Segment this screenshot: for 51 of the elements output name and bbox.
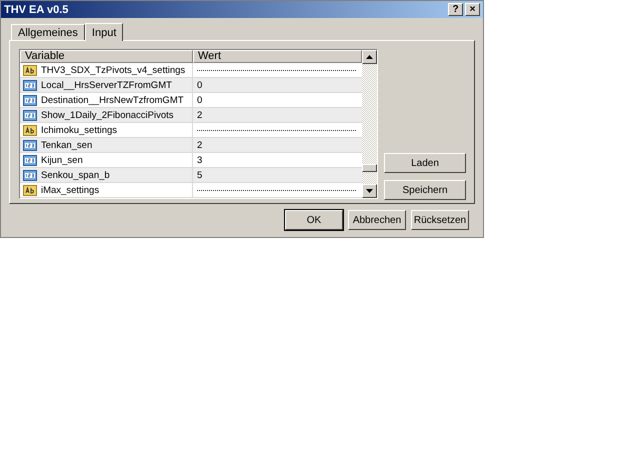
value-text: 2 — [197, 110, 202, 120]
scroll-down-button[interactable] — [362, 184, 377, 198]
variable-name: Destination__HrsNewTzfromGMT — [41, 94, 184, 106]
side-button[interactable]: Laden — [384, 153, 466, 173]
table-row[interactable]: THV3_SDX_TzPivots_v4_settings — [20, 63, 362, 78]
tab[interactable]: Allgemeines — [11, 24, 85, 40]
number-type-icon — [23, 80, 37, 90]
scrollbar[interactable] — [362, 50, 377, 198]
variable-name: Kijun_sen — [41, 154, 83, 166]
dialog-button[interactable]: Abbrechen — [348, 210, 406, 230]
number-type-icon — [23, 140, 37, 150]
table-row[interactable]: Destination__HrsNewTzfromGMT 0 — [20, 93, 362, 108]
table-row[interactable]: Kijun_sen 3 — [20, 153, 362, 168]
value-text: 5 — [197, 170, 202, 180]
variable-name: Ichimoku_settings — [41, 124, 118, 136]
table-row[interactable]: Local__HrsServerTZFromGMT 0 — [20, 78, 362, 93]
variable-name: Senkou_span_b — [41, 170, 110, 180]
close-button[interactable]: × — [465, 3, 480, 16]
value-text: 2 — [197, 140, 202, 150]
number-type-icon — [23, 154, 37, 166]
dialog-button[interactable]: Rücksetzen — [411, 210, 469, 230]
side-button[interactable]: Speichern — [384, 180, 466, 200]
number-type-icon — [23, 110, 37, 120]
scroll-thumb[interactable] — [362, 164, 377, 172]
variable-name: THV3_SDX_TzPivots_v4_settings — [41, 64, 186, 76]
value-text: 0 — [197, 80, 202, 90]
variable-name: Local__HrsServerTZFromGMT — [41, 80, 172, 90]
variable-name: iMax_settings — [41, 184, 100, 196]
number-type-icon — [23, 170, 37, 180]
down-arrow-icon — [366, 189, 373, 193]
text-type-icon — [23, 124, 37, 136]
table-row[interactable]: Ichimoku_settings — [20, 123, 362, 138]
variable-name: Tenkan_sen — [41, 140, 92, 150]
window-title: THV EA v0.5 — [4, 4, 70, 16]
table-row[interactable]: iMax_settings — [20, 183, 362, 198]
table-row[interactable]: Senkou_span_b 5 — [20, 168, 362, 183]
variable-name: Show_1Daily_2FibonacciPivots — [41, 110, 174, 120]
help-button[interactable]: ? — [448, 3, 463, 16]
value-text: 0 — [197, 94, 202, 106]
text-type-icon — [23, 184, 37, 196]
up-arrow-icon — [366, 55, 373, 59]
tab[interactable]: Input — [84, 23, 124, 41]
column-header[interactable]: Wert — [193, 50, 362, 63]
value-text: 3 — [197, 154, 202, 166]
dialog-button[interactable]: OK — [285, 210, 343, 230]
number-type-icon — [23, 94, 37, 106]
scroll-up-button[interactable] — [362, 50, 377, 64]
table-row[interactable]: Tenkan_sen 2 — [20, 138, 362, 153]
column-header[interactable]: Variable — [20, 50, 193, 63]
table-row[interactable]: Show_1Daily_2FibonacciPivots 2 — [20, 108, 362, 123]
text-type-icon — [23, 64, 37, 76]
